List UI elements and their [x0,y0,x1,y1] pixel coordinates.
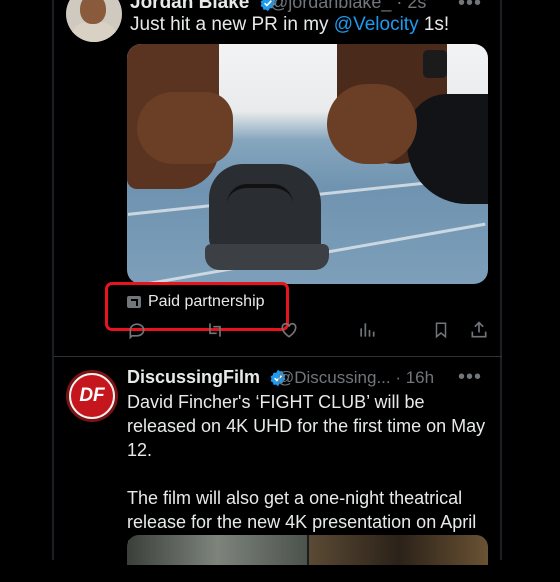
author-avatar[interactable]: DF [66,370,118,422]
author-handle[interactable]: @jordanblake_ · 2s [270,0,426,13]
tweet-divider [54,356,502,357]
tweet-paragraph: David Fincher's ‘FIGHT CLUB’ will be rel… [127,392,486,460]
tweet-photo[interactable] [127,535,488,565]
tweet-text-prefix: Just hit a new PR in my [130,14,334,35]
tweet-text: Just hit a new PR in my @Velocity 1s! [130,14,449,36]
paid-partnership-label[interactable]: Paid partnership [127,293,265,311]
more-icon[interactable]: ••• [458,0,482,15]
views-icon[interactable] [357,320,377,340]
tweet-text-suffix: 1s! [418,14,450,35]
more-icon[interactable]: ••• [458,366,482,389]
tweet-photo[interactable] [127,44,488,284]
author-name-text: Jordan Blake [130,0,250,13]
paid-partnership-text: Paid partnership [148,293,265,310]
author-avatar[interactable] [66,0,122,42]
right-frame-area [502,0,560,560]
author-name[interactable]: Jordan Blake [130,0,277,14]
like-icon[interactable] [278,320,300,340]
right-border [500,0,502,560]
repost-icon[interactable] [205,320,225,340]
bookmark-icon[interactable] [432,320,450,340]
left-border [52,0,54,560]
share-icon[interactable] [469,320,489,340]
photo-left [127,535,307,565]
author-name[interactable]: DiscussingFilm [127,367,287,388]
left-frame-area [0,0,52,560]
author-handle[interactable]: @Discussing... · 16h [277,368,434,388]
photo-right [309,535,488,565]
discussingfilm-logo: DF [69,373,115,419]
tweet-actions [127,320,492,342]
paid-partnership-icon [127,296,141,308]
mention-link[interactable]: @Velocity [334,14,419,35]
reply-icon[interactable] [127,320,147,340]
author-name-text: DiscussingFilm [127,367,261,387]
